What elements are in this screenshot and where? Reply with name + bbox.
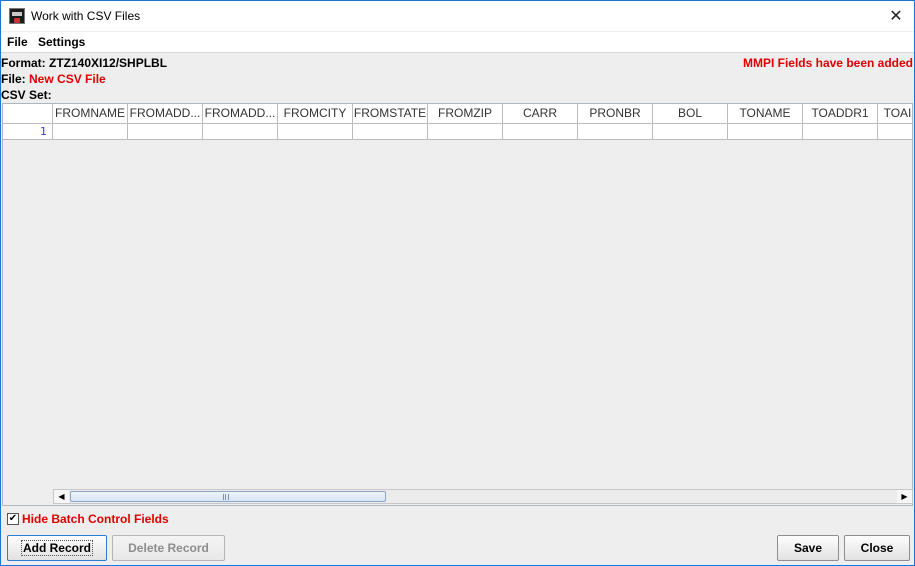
scroll-left-icon[interactable]: ◀	[54, 490, 69, 503]
file-line: File: New CSV File	[1, 72, 106, 86]
csv-files-window: Work with CSV Files ✕ File Settings Form…	[0, 0, 915, 566]
column-header[interactable]: TOAI	[878, 104, 912, 124]
table-cell[interactable]	[203, 124, 278, 140]
close-button[interactable]: Close	[844, 535, 910, 561]
column-header[interactable]: FROMNAME	[53, 104, 128, 124]
column-header[interactable]: FROMADD...	[128, 104, 203, 124]
column-header[interactable]: FROMCITY	[278, 104, 353, 124]
grip-icon	[223, 494, 229, 500]
csv-table[interactable]: FROMNAME FROMADD... FROMADD... FROMCITY FROM…	[2, 103, 913, 506]
table-cell[interactable]	[53, 124, 128, 140]
column-header[interactable]: PRONBR	[578, 104, 653, 124]
table-cell[interactable]	[578, 124, 653, 140]
format-value: ZTZ140XI12/SHPLBL	[49, 56, 168, 70]
format-label: Format:	[1, 56, 46, 70]
column-header[interactable]: FROMSTATE	[353, 104, 428, 124]
file-label: File:	[1, 72, 26, 86]
close-window-icon[interactable]: ✕	[886, 6, 906, 26]
table-cell[interactable]	[353, 124, 428, 140]
menu-settings[interactable]: Settings	[38, 35, 85, 49]
scroll-right-icon[interactable]: ▶	[897, 490, 912, 503]
menu-file[interactable]: File	[7, 35, 28, 49]
menu-bar: File Settings	[1, 32, 914, 53]
horizontal-scrollbar[interactable]: ◀ ▶	[53, 489, 913, 504]
title-bar: Work with CSV Files ✕	[1, 1, 914, 31]
delete-record-button[interactable]: Delete Record	[112, 535, 225, 561]
scroll-thumb[interactable]	[70, 491, 386, 502]
column-header[interactable]: TONAME	[728, 104, 803, 124]
column-header[interactable]: FROMZIP	[428, 104, 503, 124]
table-cell[interactable]	[428, 124, 503, 140]
table-cell[interactable]	[728, 124, 803, 140]
save-button[interactable]: Save	[777, 535, 839, 561]
table-cell[interactable]	[653, 124, 728, 140]
hide-batch-label: Hide Batch Control Fields	[22, 512, 169, 526]
column-header[interactable]: FROMADD...	[203, 104, 278, 124]
window-title: Work with CSV Files	[31, 9, 141, 23]
column-header[interactable]: TOADDR1	[803, 104, 878, 124]
file-value: New CSV File	[29, 72, 106, 86]
add-record-button[interactable]: Add Record	[7, 535, 107, 561]
column-header[interactable]: CARR	[503, 104, 578, 124]
table-cell[interactable]	[128, 124, 203, 140]
table-cell[interactable]	[503, 124, 578, 140]
table-cell[interactable]	[278, 124, 353, 140]
row-index[interactable]: 1	[3, 124, 53, 140]
csvset-line: CSV Set:	[1, 88, 52, 102]
column-header[interactable]: BOL	[653, 104, 728, 124]
hide-batch-checkbox[interactable]: ✔	[7, 513, 19, 525]
table-cell[interactable]	[878, 124, 912, 140]
mmpi-notice: MMPI Fields have been added	[742, 56, 913, 70]
csvset-label: CSV Set:	[1, 88, 52, 102]
table-cell[interactable]	[803, 124, 878, 140]
table-corner	[3, 104, 53, 124]
app-icon	[9, 8, 25, 24]
format-line: Format: ZTZ140XI12/SHPLBL	[1, 56, 167, 70]
